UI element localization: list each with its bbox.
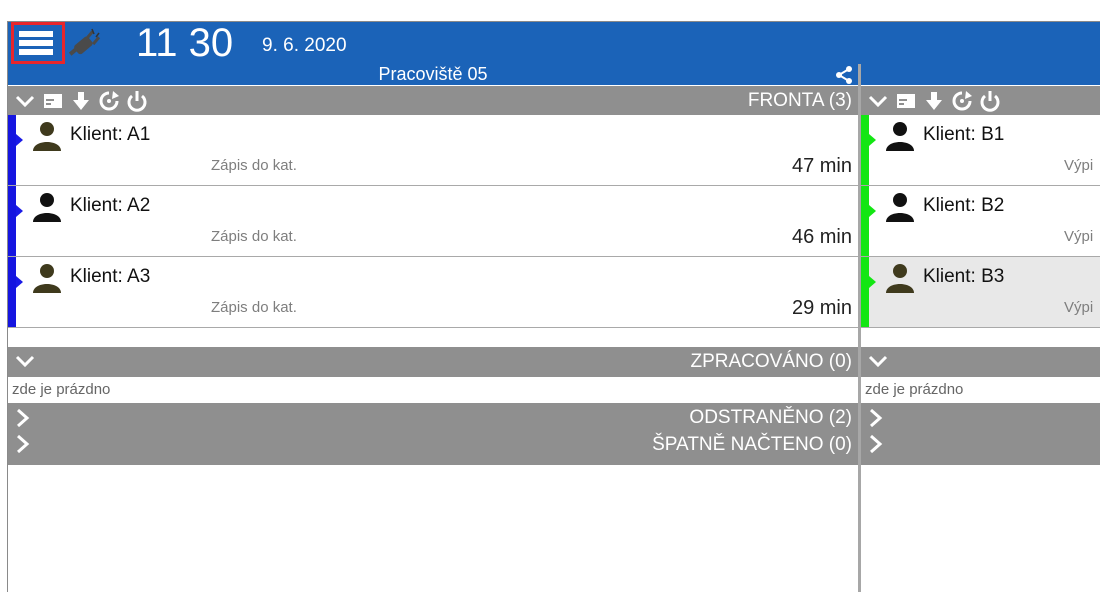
processed-empty-text: zde je prázdno bbox=[861, 377, 1100, 403]
processed-empty-text: zde je prázdno bbox=[8, 377, 858, 403]
power-icon[interactable] bbox=[979, 90, 1001, 112]
top-bar: 11 30 9. 6. 2020 bbox=[8, 21, 1100, 67]
row-marker-icon bbox=[16, 134, 23, 146]
processed-header[interactable]: ZPRACOVÁNO (0) bbox=[8, 347, 858, 377]
workstation-title-text: Pracoviště 05 bbox=[378, 64, 488, 84]
card-icon[interactable] bbox=[42, 90, 64, 112]
chevron-right-icon[interactable] bbox=[14, 434, 32, 454]
chevron-right-icon[interactable] bbox=[14, 408, 32, 428]
workstation-title bbox=[861, 64, 1100, 85]
person-icon bbox=[33, 193, 61, 222]
chevron-down-icon[interactable] bbox=[867, 351, 889, 371]
client-wait-time: 29 min bbox=[791, 297, 852, 319]
row-marker-icon bbox=[869, 134, 876, 146]
download-arrow-icon[interactable] bbox=[923, 90, 945, 112]
status-stripe bbox=[861, 115, 869, 185]
person-icon bbox=[886, 193, 914, 222]
badload-label[interactable]: ŠPATNĚ NAČTENO (0) bbox=[652, 433, 852, 457]
menu-button[interactable] bbox=[11, 22, 65, 64]
status-stripe bbox=[8, 186, 16, 256]
person-icon bbox=[886, 122, 914, 151]
client-row-b2[interactable]: Klient: B2 Výpi bbox=[861, 186, 1100, 257]
workstation-column-b: Klient: B1 Výpi Klient: B2 Výpi Klient: … bbox=[861, 64, 1100, 592]
chevron-right-icon[interactable] bbox=[867, 408, 885, 428]
date: 9. 6. 2020 bbox=[262, 35, 347, 56]
queue-toolbar bbox=[867, 89, 1001, 113]
client-name: Klient: B3 bbox=[923, 266, 1005, 287]
collapsed-sections: ODSTRANĚNO (2) ŠPATNĚ NAČTENO (0) bbox=[8, 403, 858, 465]
client-task: Výpi bbox=[1064, 157, 1094, 174]
status-stripe bbox=[8, 115, 16, 185]
status-stripe bbox=[8, 257, 16, 327]
client-row-b3[interactable]: Klient: B3 Výpi bbox=[861, 257, 1100, 328]
disconnected-plug-icon bbox=[68, 28, 101, 56]
download-arrow-icon[interactable] bbox=[70, 90, 92, 112]
client-row-a1[interactable]: Klient: A1 Zápis do kat. 47 min bbox=[8, 115, 858, 186]
chevron-right-icon[interactable] bbox=[867, 434, 885, 454]
client-task: Zápis do kat. bbox=[211, 228, 297, 245]
clock-minutes: 30 bbox=[188, 21, 234, 65]
app-window: 11 30 9. 6. 2020 Pracoviště 05 FRONTA (3… bbox=[7, 21, 1100, 592]
client-name: Klient: A3 bbox=[70, 266, 151, 287]
clock: 11 30 bbox=[136, 21, 234, 67]
client-name: Klient: B2 bbox=[923, 195, 1005, 216]
refresh-icon[interactable] bbox=[951, 90, 973, 112]
client-row-a3[interactable]: Klient: A3 Zápis do kat. 29 min bbox=[8, 257, 858, 328]
client-task: Zápis do kat. bbox=[211, 157, 297, 174]
person-icon bbox=[886, 264, 914, 293]
processed-header[interactable] bbox=[861, 347, 1100, 377]
row-marker-icon bbox=[869, 276, 876, 288]
client-task: Výpi bbox=[1064, 299, 1094, 316]
queue-toolbar bbox=[14, 89, 148, 113]
client-name: Klient: A1 bbox=[70, 124, 151, 145]
refresh-icon[interactable] bbox=[98, 90, 120, 112]
power-icon[interactable] bbox=[126, 90, 148, 112]
client-row-b1[interactable]: Klient: B1 Výpi bbox=[861, 115, 1100, 186]
person-icon bbox=[33, 264, 61, 293]
queue-label: FRONTA (3) bbox=[747, 90, 852, 111]
clock-hours: 11 bbox=[136, 21, 178, 65]
workstation-title: Pracoviště 05 bbox=[8, 64, 858, 85]
share-icon[interactable] bbox=[834, 65, 854, 85]
chevron-down-icon[interactable] bbox=[14, 351, 36, 371]
status-stripe bbox=[861, 257, 869, 327]
client-task: Výpi bbox=[1064, 228, 1094, 245]
collapsed-sections bbox=[861, 403, 1100, 465]
queue-header: FRONTA (3) bbox=[8, 86, 858, 115]
queue-header bbox=[861, 86, 1100, 115]
client-wait-time: 47 min bbox=[791, 155, 852, 177]
processed-label: ZPRACOVÁNO (0) bbox=[690, 351, 852, 372]
row-marker-icon bbox=[16, 205, 23, 217]
client-row-a2[interactable]: Klient: A2 Zápis do kat. 46 min bbox=[8, 186, 858, 257]
person-icon bbox=[33, 122, 61, 151]
collapse-chevron-icon[interactable] bbox=[14, 90, 36, 112]
removed-label[interactable]: ODSTRANĚNO (2) bbox=[689, 406, 852, 430]
row-marker-icon bbox=[869, 205, 876, 217]
status-stripe bbox=[861, 186, 869, 256]
collapse-chevron-icon[interactable] bbox=[867, 90, 889, 112]
row-marker-icon bbox=[16, 276, 23, 288]
client-wait-time: 46 min bbox=[791, 226, 852, 248]
client-task: Zápis do kat. bbox=[211, 299, 297, 316]
client-name: Klient: B1 bbox=[923, 124, 1005, 145]
workstation-column-05: Pracoviště 05 FRONTA (3) Klient: A1 Zápi… bbox=[8, 64, 858, 592]
card-icon[interactable] bbox=[895, 90, 917, 112]
client-name: Klient: A2 bbox=[70, 195, 151, 216]
